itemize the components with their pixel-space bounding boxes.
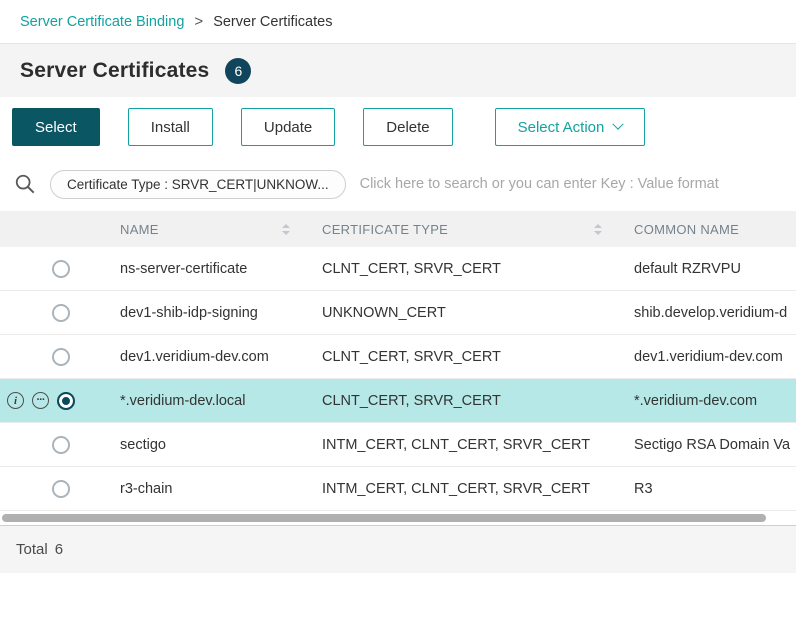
select-action-label: Select Action [518, 119, 605, 136]
cell-name: ns-server-certificate [96, 261, 298, 277]
certificates-table: NAME CERTIFICATE TYPE COMMON NAME ns-ser… [0, 211, 796, 511]
update-button[interactable]: Update [241, 108, 335, 146]
page-title: Server Certificates [20, 59, 209, 83]
radio-button[interactable] [52, 480, 70, 498]
search-bar: Certificate Type : SRVR_CERT|UNKNOW... [0, 157, 796, 211]
delete-button[interactable]: Delete [363, 108, 452, 146]
cell-certificate-type: INTM_CERT, CLNT_CERT, SRVR_CERT [298, 481, 610, 497]
count-badge: 6 [225, 58, 251, 84]
more-options-icon[interactable]: ··· [32, 392, 49, 409]
chevron-down-icon [613, 119, 624, 130]
cell-common-name: *.veridium-dev.com [610, 393, 796, 409]
table-row[interactable]: r3-chain INTM_CERT, CLNT_CERT, SRVR_CERT… [0, 467, 796, 511]
header-common-name[interactable]: COMMON NAME [610, 211, 796, 247]
cell-common-name: shib.develop.veridium-d [610, 305, 796, 321]
info-icon[interactable]: i [7, 392, 24, 409]
scrollbar-thumb[interactable] [2, 514, 766, 522]
cell-common-name: dev1.veridium-dev.com [610, 349, 796, 365]
radio-button[interactable] [52, 436, 70, 454]
table-row[interactable]: ns-server-certificate CLNT_CERT, SRVR_CE… [0, 247, 796, 291]
cell-common-name: Sectigo RSA Domain Va [610, 437, 796, 453]
cell-certificate-type: CLNT_CERT, SRVR_CERT [298, 393, 610, 409]
header-name[interactable]: NAME [96, 211, 298, 247]
table-row[interactable]: i ··· *.veridium-dev.local CLNT_CERT, SR… [0, 379, 796, 423]
select-button[interactable]: Select [12, 108, 100, 146]
install-button[interactable]: Install [128, 108, 213, 146]
horizontal-scrollbar[interactable] [0, 511, 796, 525]
table-header: NAME CERTIFICATE TYPE COMMON NAME [0, 211, 796, 247]
radio-button[interactable] [52, 260, 70, 278]
radio-button[interactable] [57, 392, 75, 410]
title-bar: Server Certificates 6 [0, 44, 796, 97]
cell-common-name: default RZRVPU [610, 261, 796, 277]
breadcrumb-current: Server Certificates [213, 14, 332, 30]
table-footer: Total 6 [0, 525, 796, 573]
cell-certificate-type: CLNT_CERT, SRVR_CERT [298, 349, 610, 365]
header-select-column [0, 211, 96, 247]
select-action-dropdown[interactable]: Select Action [495, 108, 646, 146]
breadcrumb: Server Certificate Binding > Server Cert… [0, 0, 796, 44]
header-certificate-type[interactable]: CERTIFICATE TYPE [298, 211, 610, 247]
cell-name: dev1.veridium-dev.com [96, 349, 298, 365]
radio-button[interactable] [52, 304, 70, 322]
cell-certificate-type: INTM_CERT, CLNT_CERT, SRVR_CERT [298, 437, 610, 453]
cell-common-name: R3 [610, 481, 796, 497]
breadcrumb-link[interactable]: Server Certificate Binding [20, 14, 184, 30]
radio-button[interactable] [52, 348, 70, 366]
search-icon [14, 173, 36, 195]
sort-icon[interactable] [282, 224, 290, 235]
sort-icon[interactable] [594, 224, 602, 235]
breadcrumb-separator-icon: > [194, 13, 203, 30]
search-input[interactable] [360, 176, 782, 192]
total-value: 6 [55, 541, 63, 558]
total-label: Total [16, 541, 48, 558]
cell-certificate-type: CLNT_CERT, SRVR_CERT [298, 261, 610, 277]
cell-certificate-type: UNKNOWN_CERT [298, 305, 610, 321]
cell-name: sectigo [96, 437, 298, 453]
table-row[interactable]: sectigo INTM_CERT, CLNT_CERT, SRVR_CERT … [0, 423, 796, 467]
cell-name: r3-chain [96, 481, 298, 497]
cell-name: *.veridium-dev.local [96, 393, 298, 409]
table-row[interactable]: dev1.veridium-dev.com CLNT_CERT, SRVR_CE… [0, 335, 796, 379]
cell-name: dev1-shib-idp-signing [96, 305, 298, 321]
table-row[interactable]: dev1-shib-idp-signing UNKNOWN_CERT shib.… [0, 291, 796, 335]
toolbar: Select Install Update Delete Select Acti… [0, 97, 796, 157]
filter-chip[interactable]: Certificate Type : SRVR_CERT|UNKNOW... [50, 170, 346, 199]
